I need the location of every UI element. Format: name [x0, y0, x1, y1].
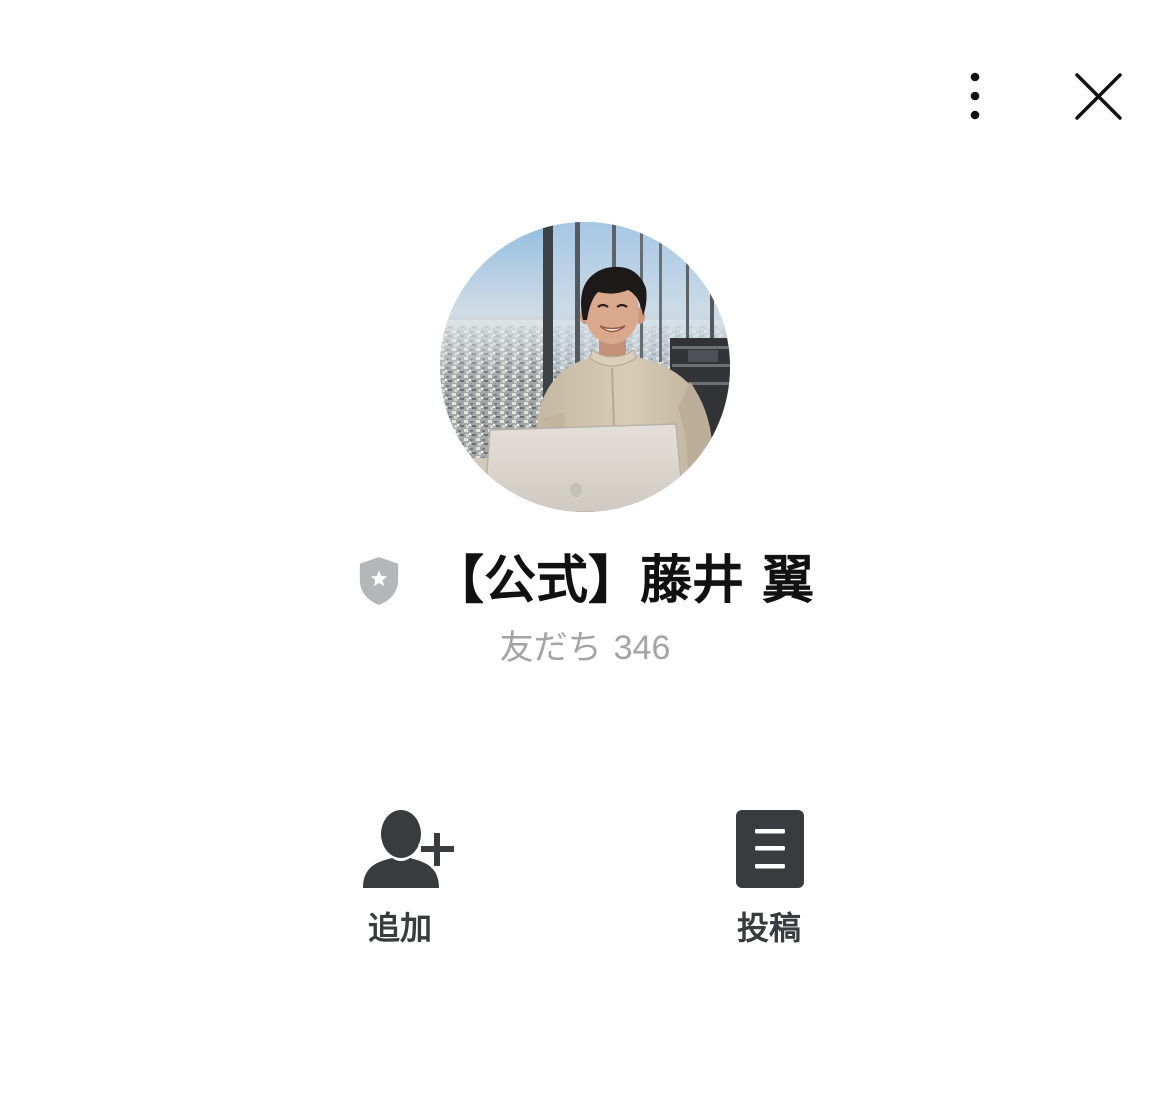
profile-name-row: 【公式】藤井 翼 — [0, 548, 1170, 614]
photo-laptop — [483, 423, 685, 512]
posts-button[interactable]: 投稿 — [669, 806, 869, 948]
posts-label: 投稿 — [736, 909, 801, 947]
official-account-shield-icon — [356, 555, 402, 607]
add-friend-label: 追加 — [367, 909, 432, 947]
friends-count: 346 — [613, 629, 671, 667]
add-friend-button[interactable]: 追加 — [300, 806, 500, 948]
more-vertical-icon — [970, 72, 980, 120]
close-icon — [1075, 73, 1122, 120]
profile-photo[interactable] — [440, 222, 730, 512]
friends-label: 友だち — [499, 628, 602, 668]
more-options-button[interactable] — [955, 66, 995, 128]
profile-photo-image — [440, 222, 730, 512]
profile-name: 【公式】藤井 翼 — [431, 551, 815, 611]
close-button[interactable] — [1068, 66, 1128, 126]
add-friend-icon — [363, 810, 457, 888]
posts-icon — [736, 810, 804, 888]
friends-count-line: 友だち 346 — [0, 626, 1170, 670]
